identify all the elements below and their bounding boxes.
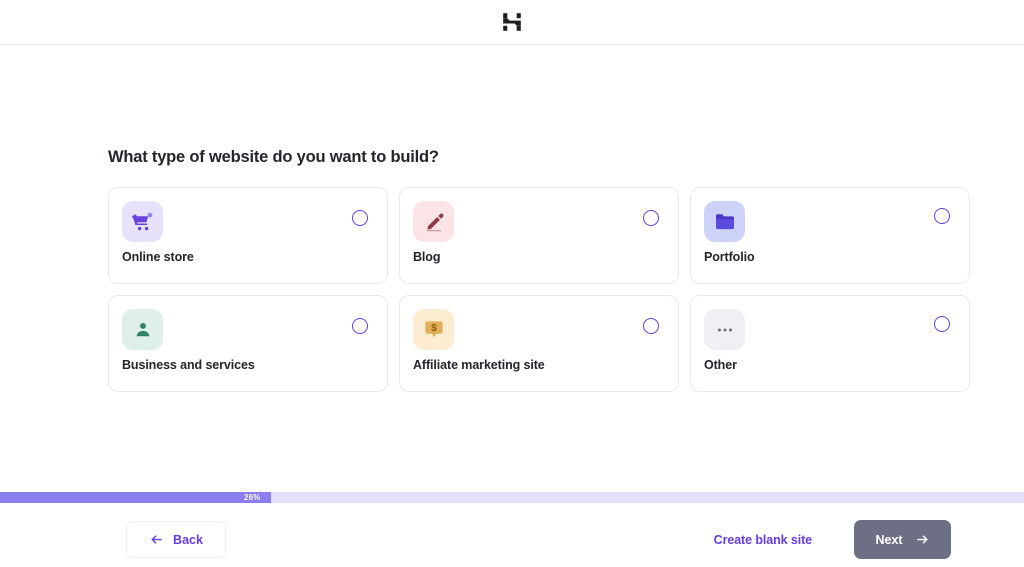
- option-label: Online store: [122, 250, 194, 264]
- ellipsis-icon-tile: [704, 309, 745, 350]
- dollar-speech-bubble-icon-tile: $: [413, 309, 454, 350]
- website-type-grid: Online store Blog Portfolio Business and…: [108, 187, 970, 392]
- option-label: Portfolio: [704, 250, 755, 264]
- person-icon: [136, 322, 149, 336]
- back-button-label: Back: [173, 532, 203, 547]
- arrow-left-icon: [149, 532, 164, 547]
- wizard-footer: Back Create blank site Next: [0, 512, 1024, 567]
- progress-bar-track: 26%: [0, 492, 1024, 503]
- option-radio-online-store[interactable]: [352, 210, 368, 226]
- folder-icon-tile: [704, 201, 745, 242]
- page-title: What type of website do you want to buil…: [108, 148, 439, 166]
- next-button[interactable]: Next: [854, 520, 951, 559]
- footer-actions: Create blank site Next: [714, 520, 951, 559]
- back-button[interactable]: Back: [126, 521, 226, 558]
- dollar-speech-bubble-icon: $: [424, 320, 443, 337]
- option-card-blog[interactable]: Blog: [399, 187, 679, 284]
- progress-percent-label: 26%: [244, 493, 261, 502]
- option-card-affiliate-marketing-site[interactable]: $ Affiliate marketing site: [399, 295, 679, 392]
- option-radio-other[interactable]: [934, 316, 950, 332]
- ellipsis-icon: [717, 328, 732, 331]
- shopping-cart-icon: [131, 212, 152, 230]
- progress-bar-fill: 26%: [0, 492, 272, 503]
- option-radio-blog[interactable]: [643, 210, 659, 226]
- svg-text:$: $: [431, 322, 437, 334]
- pencil-icon-tile: [413, 201, 454, 242]
- option-card-other[interactable]: Other: [690, 295, 970, 392]
- option-radio-portfolio[interactable]: [934, 208, 950, 224]
- hostinger-h-logo-icon[interactable]: [499, 9, 525, 35]
- option-label: Business and services: [122, 358, 255, 372]
- shopping-cart-icon-tile: [122, 201, 163, 242]
- next-button-label: Next: [875, 532, 903, 547]
- app-header: [0, 0, 1024, 45]
- person-icon-tile: [122, 309, 163, 350]
- option-label: Blog: [413, 250, 441, 264]
- option-card-portfolio[interactable]: Portfolio: [690, 187, 970, 284]
- main-content: What type of website do you want to buil…: [0, 148, 1024, 392]
- folder-icon: [715, 213, 734, 229]
- pencil-icon: [426, 212, 444, 231]
- option-label: Affiliate marketing site: [413, 358, 545, 372]
- option-card-business-and-services[interactable]: Business and services: [108, 295, 388, 392]
- option-card-online-store[interactable]: Online store: [108, 187, 388, 284]
- arrow-right-icon: [915, 532, 930, 547]
- option-radio-affiliate-marketing-site[interactable]: [643, 318, 659, 334]
- create-blank-site-link[interactable]: Create blank site: [714, 533, 812, 547]
- option-label: Other: [704, 358, 737, 372]
- option-radio-business-and-services[interactable]: [352, 318, 368, 334]
